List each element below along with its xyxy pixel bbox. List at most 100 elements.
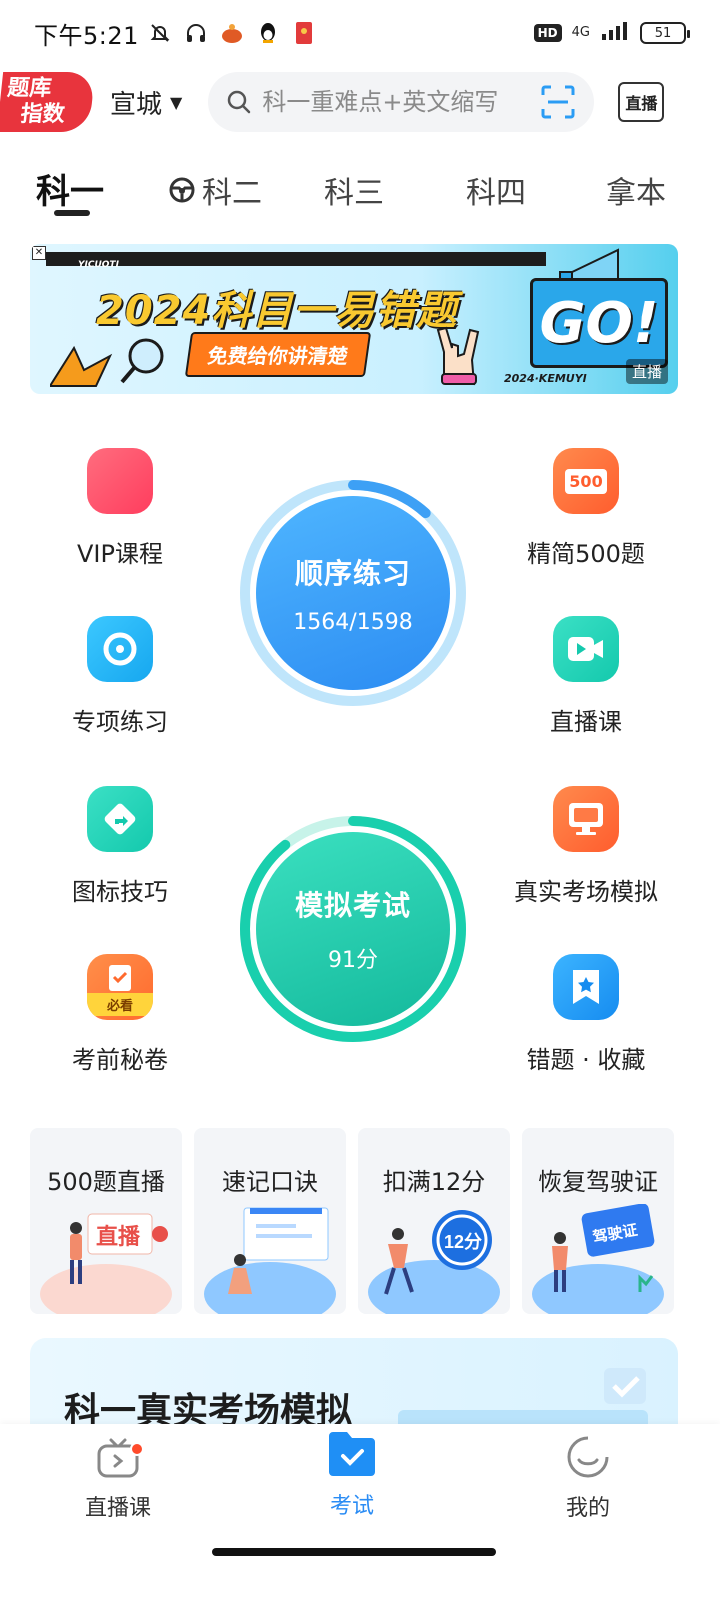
tab-subject-4[interactable]: 科四 (466, 168, 526, 212)
must-read-badge: 必看 (87, 992, 153, 1016)
500-badge: 500 (565, 468, 607, 494)
network-type: 4G (571, 25, 590, 40)
notification-dot (130, 1442, 144, 1456)
mock-exam-inner: 模拟考试 91分 (256, 832, 450, 1026)
tab-get-license[interactable]: 拿本 (606, 168, 666, 212)
search-input[interactable] (262, 88, 533, 116)
tab-indicator (54, 210, 90, 216)
special-practice-button[interactable]: 专项练习 (30, 616, 210, 737)
search-icon (228, 90, 251, 114)
bottom-navigation: 直播课 考试 我的 (0, 1424, 720, 1600)
nav-live-course[interactable]: 直播课 (48, 1434, 188, 1522)
headphones-icon (183, 20, 209, 46)
reading-person-illustration (204, 1207, 336, 1314)
exam-folder-icon (329, 1432, 375, 1476)
tab-subject-1[interactable]: 科一 (36, 164, 104, 213)
bell-muted-icon (147, 20, 173, 46)
rock-hand-icon (436, 326, 480, 386)
selected-500-button[interactable]: 500 精简500题 (496, 448, 676, 569)
sign-tips-button[interactable]: 图标技巧 (30, 786, 210, 907)
mistakes-favorites-label: 错题 · 收藏 (526, 1046, 646, 1074)
scan-icon[interactable] (540, 84, 576, 120)
live-button[interactable]: 直播 (618, 82, 665, 122)
city-name: 宣城 (110, 89, 163, 120)
vip-icon (87, 448, 153, 514)
direction-sign-icon (87, 786, 153, 852)
tab-subject-2-label: 科二 (202, 176, 262, 211)
live-tv-icon (97, 1438, 139, 1478)
12-points-illustration: 12分 (368, 1210, 500, 1314)
battery-icon: 51 (640, 22, 690, 44)
logo-line-2: 指数 (19, 102, 67, 127)
nav-profile[interactable]: 我的 (518, 1434, 658, 1522)
tab-subject-2[interactable]: 科二 (168, 168, 262, 212)
banner-strip-text: YICUOTI (78, 260, 119, 270)
notification-icons (147, 20, 317, 46)
city-selector[interactable]: 宣城 ▼ (110, 84, 182, 121)
vip-course-button[interactable]: VIP课程 (30, 448, 210, 569)
license-illustration: 驾驶证 (532, 1204, 664, 1314)
signal-icon (600, 20, 630, 46)
practice-title: 顺序练习 (294, 556, 411, 590)
question-bank-index-badge[interactable]: 题库 指数 (0, 72, 96, 132)
profile-face-icon (567, 1436, 609, 1478)
live-course-label: 直播课 (550, 708, 622, 736)
monitor-icon (553, 786, 619, 852)
sequential-practice-button[interactable]: 顺序练习 1564/1598 (238, 478, 468, 708)
nav-exam-label: 考试 (329, 1494, 374, 1519)
special-practice-label: 专项练习 (72, 708, 168, 736)
close-icon[interactable]: ✕ (32, 246, 46, 260)
real-exam-sim-label: 真实考场模拟 (514, 878, 658, 906)
quick-card-title: 恢复驾驶证 (538, 1168, 658, 1196)
logo-line-1: 题库 (6, 76, 53, 101)
pre-exam-secret-button[interactable]: 必看 考前秘卷 (30, 954, 210, 1075)
quick-card-title: 500题直播 (47, 1168, 165, 1196)
search-bar[interactable] (208, 72, 595, 132)
sign-tips-label: 图标技巧 (72, 878, 168, 906)
bookmark-star-icon (553, 954, 619, 1020)
system-status: HD 4G 51 (533, 20, 690, 46)
quick-art-12-points-text: 12分 (444, 1232, 482, 1252)
500-icon: 500 (553, 448, 619, 514)
quick-card-500-live[interactable]: 500题直播 直播 (30, 1128, 182, 1314)
quick-card-restore-license[interactable]: 恢复驾驶证 驾驶证 (522, 1128, 674, 1314)
red-envelope-icon (291, 20, 317, 46)
battery-level: 51 (654, 25, 672, 41)
home-indicator (212, 1548, 496, 1556)
pre-exam-secret-label: 考前秘卷 (72, 1046, 168, 1074)
exam-paper-icon: 必看 (87, 954, 153, 1020)
caret-down-icon: ▼ (170, 92, 183, 112)
steering-wheel-icon (169, 177, 195, 203)
top-header: 题库 指数 宣城 ▼ 直播 (0, 70, 720, 134)
video-camera-icon (553, 616, 619, 682)
banner-subtitle: 免费给你讲清楚 (184, 332, 372, 377)
quick-card-12-points[interactable]: 扣满12分 12分 (358, 1128, 510, 1314)
mistakes-favorites-button[interactable]: 错题 · 收藏 (496, 954, 676, 1075)
live-course-button[interactable]: 直播课 (496, 616, 676, 737)
practice-progress: 1564/1598 (293, 609, 413, 635)
status-time: 下午5:21 (34, 21, 139, 50)
banner-live-tag: 直播 (625, 359, 668, 384)
banner-go: GO! (530, 278, 668, 368)
mock-exam-button[interactable]: 模拟考试 91分 (238, 814, 468, 1044)
quick-art-live-text: 直播 (96, 1224, 141, 1249)
live-presenter-illustration: 直播 (40, 1213, 172, 1314)
quick-card-mnemonics[interactable]: 速记口诀 (194, 1128, 346, 1314)
real-exam-sim-button[interactable]: 真实考场模拟 (496, 786, 676, 907)
vip-course-label: VIP课程 (77, 540, 163, 568)
nav-exam[interactable]: 考试 (282, 1428, 422, 1520)
hd-badge: HD (533, 24, 562, 42)
promo-banner[interactable]: ✕ YICUOTI 2024科目一易错题 免费给你讲清楚 GO! 2024·KE… (30, 244, 678, 394)
subject-tabs: 科一 科二 科三 科四 拿本 (0, 160, 720, 220)
quick-card-title: 扣满12分 (382, 1168, 486, 1196)
selected-500-label: 精简500题 (527, 540, 645, 568)
banner-strip: YICUOTI (46, 252, 546, 270)
banner-footer-text: 2024·KEMUYI (504, 372, 587, 385)
tab-subject-3[interactable]: 科三 (324, 168, 384, 212)
live-button-label: 直播 (625, 94, 658, 113)
qq-penguin-icon (255, 20, 281, 46)
banner-title: 2024科目一易错题 (96, 288, 458, 334)
quick-card-title: 速记口诀 (222, 1168, 318, 1196)
nav-profile-label: 我的 (565, 1496, 610, 1521)
practice-inner: 顺序练习 1564/1598 (256, 496, 450, 690)
